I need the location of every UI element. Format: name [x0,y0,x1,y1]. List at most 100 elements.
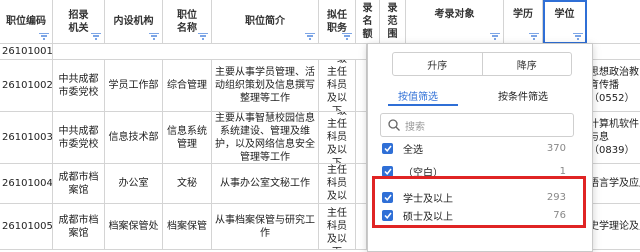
table-cell-code[interactable]: 26101003 [0,112,53,164]
cell-text: 一级主任科员及以下 [327,112,347,164]
cell-text: 成都市档案馆 [58,171,99,196]
table-cell-position[interactable]: 信息系统管理 [163,112,212,164]
cell-text: 26101003 [2,132,53,143]
table-cell-agency[interactable]: 成都市档案馆 [53,164,105,204]
header-department[interactable]: 内设机构 [105,0,163,44]
table-cell-major[interactable]: 计算机软件与息（0839） [587,112,640,164]
tab-filter-by-condition[interactable]: 按条件筛选 [498,88,548,103]
filter-icon[interactable] [342,33,352,41]
header-candidate-type[interactable]: 考录对象 [406,0,504,44]
header-major[interactable] [587,0,640,44]
filter-option-select-all[interactable]: 全选 370 [382,140,578,156]
header-quota[interactable]: 录名额 [356,0,380,44]
filter-icon[interactable] [39,33,49,41]
header-scope[interactable]: 录范围 [380,0,406,44]
table-cell-description[interactable]: 从事办公室文秘工作 [212,164,319,204]
table-cell-code[interactable]: 26101001 [0,44,53,60]
checkbox-checked-icon[interactable] [382,165,393,177]
header-label: 内设机构 [113,16,154,27]
filter-option-count: 370 [546,142,566,154]
filter-icon[interactable] [573,33,583,41]
table-cell[interactable] [356,164,367,204]
table-cell-major[interactable]: 史学理论及史 [587,204,640,250]
table-cell-description[interactable]: 主要从事学员管理、活动组织策划及信息撰写整理等工作 [212,60,319,112]
cell-text: 26101001 [2,46,53,57]
cell-text: 成都市档案馆 [58,214,99,239]
cell-text: 中共成都市委党校 [58,73,99,98]
table-cell-department[interactable]: 学员工作部 [105,60,163,112]
cell-text: 从事档案保管与研究工作 [215,214,315,239]
table-cell[interactable] [356,60,367,112]
checkbox-checked-icon[interactable] [382,142,393,154]
filter-icon[interactable] [91,33,101,41]
header-label: 拟任职务 [327,9,347,34]
header-position-name[interactable]: 职位名称 [163,0,212,44]
table-cell[interactable] [356,112,367,164]
table-cell-post[interactable]: 一级主任科员及以下 [319,164,356,204]
cell-text: 办公室 [118,178,149,189]
table-cell-position[interactable]: 档案保管 [163,204,212,250]
cell-text: 文秘 [177,178,197,189]
table-cell-major[interactable]: 思想政治教育传播（0552） [587,60,640,112]
cell-text: 一级主任科员及以下 [327,60,347,112]
header-proposed-post[interactable]: 拟任职务 [319,0,356,44]
filter-option-label: 全选 [403,144,423,156]
header-label: 学位 [554,9,575,20]
table-cell-department[interactable]: 办公室 [105,164,163,204]
cell-text: 思想政治教育传播（0552） [589,67,639,104]
table-cell[interactable] [53,44,367,60]
cell-text: 学员工作部 [108,80,159,91]
table-cell-agency[interactable]: 中共成都市委党校 [53,60,105,112]
sort-asc-label: 升序 [427,60,448,72]
cell-text: 26101005 [2,221,53,232]
filter-icon[interactable] [305,33,315,41]
cell-text: 史学理论及史 [589,221,640,232]
table-cell-position[interactable]: 文秘 [163,164,212,204]
header-recruiting-agency[interactable]: 招录机关 [53,0,105,44]
table-cell-code[interactable]: 26101004 [0,164,53,204]
header-label: 招录机关 [68,9,89,34]
cell-text: 主要从事学员管理、活动组织策划及信息撰写整理等工作 [215,67,315,104]
search-placeholder: 搜索 [405,121,425,133]
filter-icon[interactable] [490,33,500,41]
table-cell-major[interactable]: 语言学及应用 [587,164,640,204]
table-cell[interactable] [587,44,640,60]
table-cell-description[interactable]: 主要从事智慧校园信息系统建设、管理及维护，以及网络信息安全管理等工作 [212,112,319,164]
table-cell[interactable] [356,204,367,250]
tab-filter-by-value[interactable]: 按值筛选 [398,88,438,103]
sort-ascending-button[interactable]: 升序 [393,53,482,75]
cell-text: 档案保管 [167,221,207,232]
cell-text: 语言学及应用 [589,178,640,189]
filter-tabs: 按值筛选 按条件筛选 [380,88,580,106]
table-cell-code[interactable]: 26101002 [0,60,53,112]
filter-icon[interactable] [529,33,539,41]
cell-text: 主要从事智慧校园信息系统建设、管理及维护，以及网络信息安全管理等工作 [215,112,315,163]
table-cell-agency[interactable]: 成都市档案馆 [53,204,105,250]
sort-desc-label: 降序 [516,60,537,72]
header-position-code[interactable]: 职位编码 [0,0,53,44]
table-cell-post[interactable]: 一级主任科员及以下 [319,112,356,164]
table-cell-code[interactable]: 26101005 [0,204,53,250]
table-cell-position[interactable]: 综合管理 [163,60,212,112]
table-cell-post[interactable]: 一级主任科员及以下 [319,60,356,112]
sort-descending-button[interactable]: 降序 [481,53,572,75]
filter-option-count: 1 [559,165,566,177]
header-position-desc[interactable]: 职位简介 [212,0,319,44]
header-label: 录范围 [387,3,398,40]
filter-icon[interactable] [149,33,159,41]
cell-text: 从事办公室文秘工作 [220,178,310,189]
header-degree[interactable]: 学位 [543,0,587,44]
header-label: 职位简介 [245,16,285,27]
header-education[interactable]: 学历 [504,0,543,44]
cell-text: 一级主任科员及以下 [327,204,347,249]
table-cell-description[interactable]: 从事档案保管与研究工作 [212,204,319,250]
highlight-box [372,176,586,228]
table-cell-post[interactable]: 一级主任科员及以下 [319,204,356,250]
filter-icon[interactable] [198,33,208,41]
table-cell-department[interactable]: 信息技术部 [105,112,163,164]
search-icon [388,119,400,131]
table-cell-department[interactable]: 档案保管处 [105,204,163,250]
filter-search-input[interactable]: 搜索 [380,113,574,137]
table-cell-agency[interactable]: 中共成都市委党校 [53,112,105,164]
cell-text: 档案保管处 [108,221,159,232]
